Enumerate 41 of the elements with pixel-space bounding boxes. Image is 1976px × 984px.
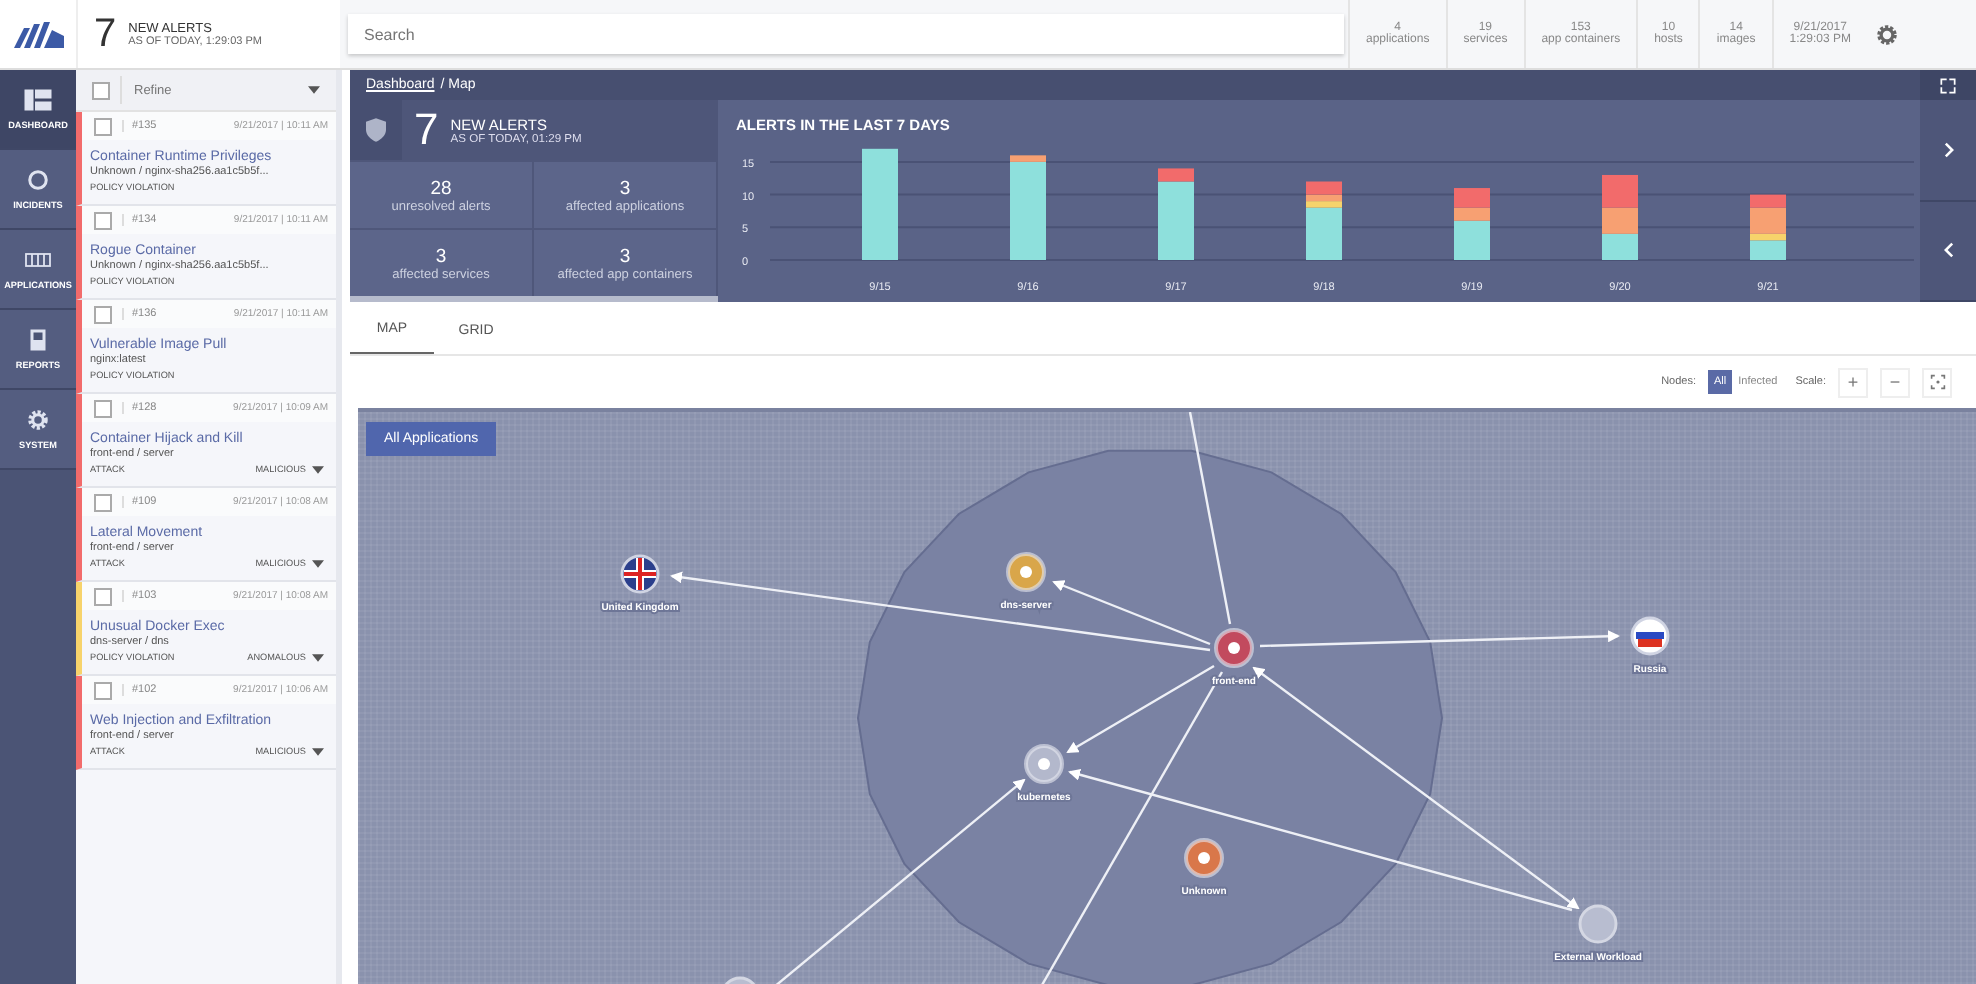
stat-value: 28 xyxy=(430,177,452,199)
alert-count: 7 xyxy=(94,11,117,57)
expand-icon[interactable] xyxy=(1940,77,1956,93)
zoom-in-button[interactable]: + xyxy=(1838,367,1868,397)
grid-icon xyxy=(22,248,54,272)
alert-count: 7 xyxy=(414,104,439,156)
ring-icon xyxy=(22,168,54,192)
service-node[interactable] xyxy=(1214,628,1254,668)
alert-checkbox[interactable] xyxy=(94,681,112,699)
caret-icon xyxy=(312,653,324,661)
select-all-checkbox[interactable] xyxy=(92,81,110,99)
settings-icon xyxy=(22,408,54,432)
dashboard-icon xyxy=(22,88,54,112)
alert-checkbox[interactable] xyxy=(94,493,112,511)
external-node[interactable] xyxy=(720,976,760,984)
service-node[interactable] xyxy=(1006,552,1046,592)
fit-screen-icon xyxy=(1929,374,1945,390)
service-node[interactable] xyxy=(1184,838,1224,878)
alert-checkbox[interactable] xyxy=(94,211,112,229)
alert-checkbox[interactable] xyxy=(94,117,112,135)
logo-icon xyxy=(12,20,64,48)
shield-icon xyxy=(366,118,386,142)
settings-icon[interactable] xyxy=(1874,21,1901,47)
fit-button[interactable] xyxy=(1922,367,1952,397)
chevron-left-icon xyxy=(1943,242,1953,259)
stat-value: 3 xyxy=(619,177,631,199)
flag-node[interactable] xyxy=(620,554,660,594)
caret-icon xyxy=(312,465,324,473)
service-node[interactable] xyxy=(1024,744,1064,784)
alert-checkbox[interactable] xyxy=(94,305,112,323)
alert-checkbox[interactable] xyxy=(94,587,112,605)
zoom-out-button[interactable]: − xyxy=(1880,367,1910,397)
caret-icon[interactable] xyxy=(308,86,320,94)
stat-value: 3 xyxy=(619,245,631,267)
search-field[interactable]: Search xyxy=(348,14,1344,54)
stat-value: 3 xyxy=(435,245,447,267)
alert-checkbox[interactable] xyxy=(94,399,112,417)
caret-icon xyxy=(312,559,324,567)
caret-icon xyxy=(312,747,324,755)
external-node[interactable] xyxy=(1578,904,1618,944)
chevron-right-icon xyxy=(1943,141,1953,158)
